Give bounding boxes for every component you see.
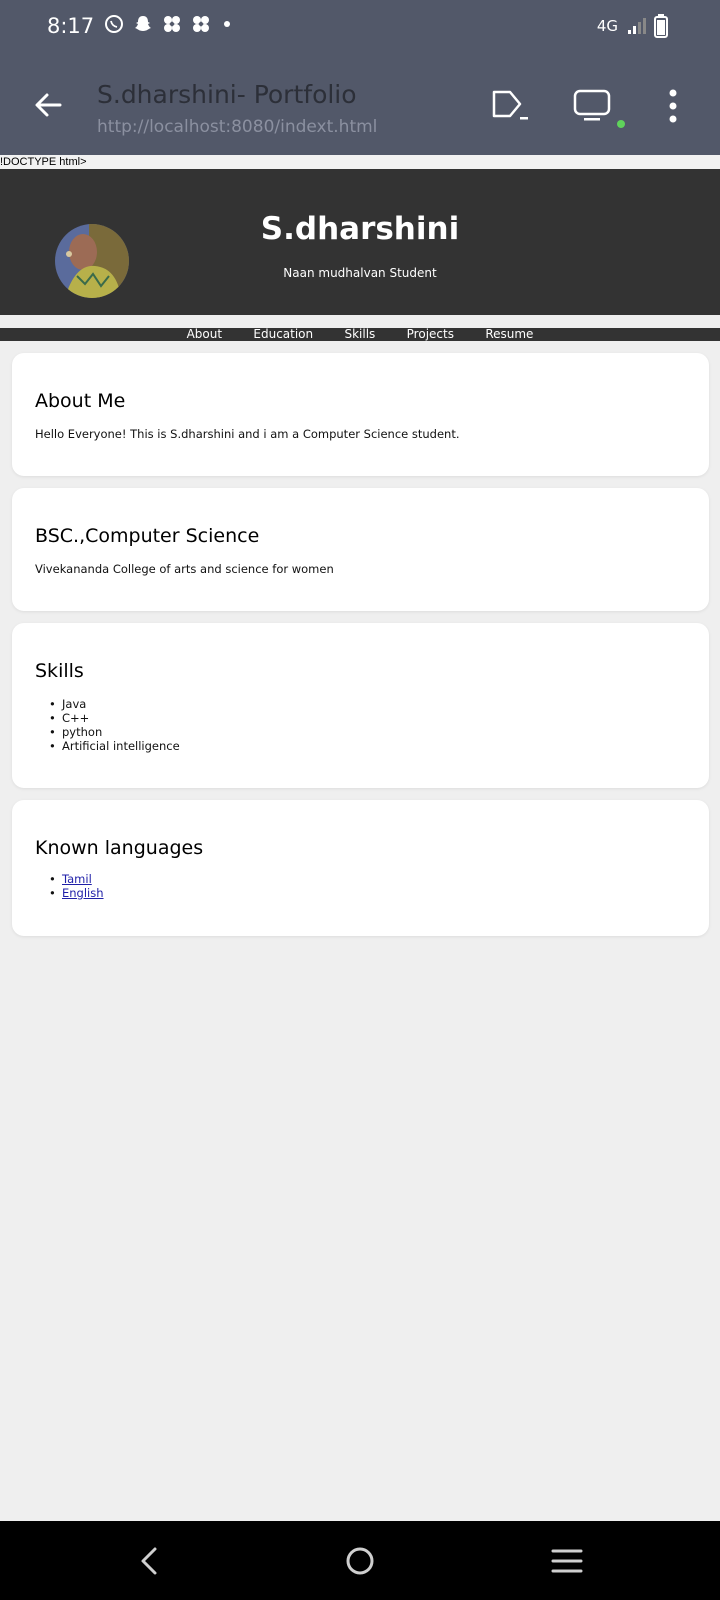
about-card: About Me Hello Everyone! This is S.dhars… [12,353,709,476]
snapchat-icon [135,16,151,31]
site-tagline: Naan mudhalvan Student [283,266,437,280]
about-text: Hello Everyone! This is S.dharshini and … [35,427,460,441]
battery-icon [654,14,668,38]
system-status-icons: 4G [597,14,668,38]
site-nav: About Education Skills Projects Resume [0,328,720,341]
languages-list: Tamil English [49,872,104,900]
nav-link-about[interactable]: About [187,327,222,341]
network-type: 4G [596,17,618,35]
recents-icon[interactable] [549,1543,585,1579]
languages-heading: Known languages [35,837,204,859]
list-item: Artificial intelligence [49,739,180,753]
whatsapp-icon [105,15,123,33]
education-heading: BSC.,Computer Science [35,525,260,547]
list-item: English [49,886,104,900]
page-title: S.dharshini- Portfolio [97,80,357,109]
doctype-text: !DOCTYPE html> [0,155,720,169]
home-icon[interactable] [342,1543,378,1579]
site-name: S.dharshini [260,211,460,247]
device-icon[interactable] [572,86,612,126]
status-bar: 8:17 4G [0,0,720,54]
list-item: C++ [49,711,180,725]
nav-link-projects[interactable]: Projects [407,327,454,341]
system-nav-bar [0,1521,720,1600]
open-in-browser-icon[interactable] [490,86,530,126]
skills-heading: Skills [35,660,84,682]
list-item: Java [49,697,180,711]
notification-dot-icon [224,21,230,27]
pinwheel-icon [193,16,209,32]
nav-link-education[interactable]: Education [253,327,313,341]
more-vert-icon[interactable] [662,86,684,126]
nav-link-skills[interactable]: Skills [344,327,375,341]
notification-icons [104,14,234,34]
about-heading: About Me [35,390,126,412]
languages-card: Known languages Tamil English [12,800,709,936]
site-header: S.dharshini Naan mudhalvan Student [0,169,720,315]
status-time: 8:17 [47,14,95,38]
education-text: Vivekananda College of arts and science … [35,562,334,576]
back-arrow-icon[interactable] [30,87,66,123]
skills-card: Skills Java C++ python Artificial intell… [12,623,709,788]
pinwheel-icon [164,16,180,32]
list-item: python [49,725,180,739]
language-link-tamil[interactable]: Tamil [62,872,92,886]
app-bar: S.dharshini- Portfolio http://localhost:… [0,54,720,155]
nav-link-resume[interactable]: Resume [485,327,533,341]
page-url: http://localhost:8080/indext.html [97,117,378,137]
language-link-english[interactable]: English [62,886,104,900]
back-icon[interactable] [133,1543,169,1579]
education-card: BSC.,Computer Science Vivekananda Colleg… [12,488,709,611]
list-item: Tamil [49,872,104,886]
status-dot [617,120,625,128]
signal-icon [628,18,646,34]
skills-list: Java C++ python Artificial intelligence [49,697,180,753]
